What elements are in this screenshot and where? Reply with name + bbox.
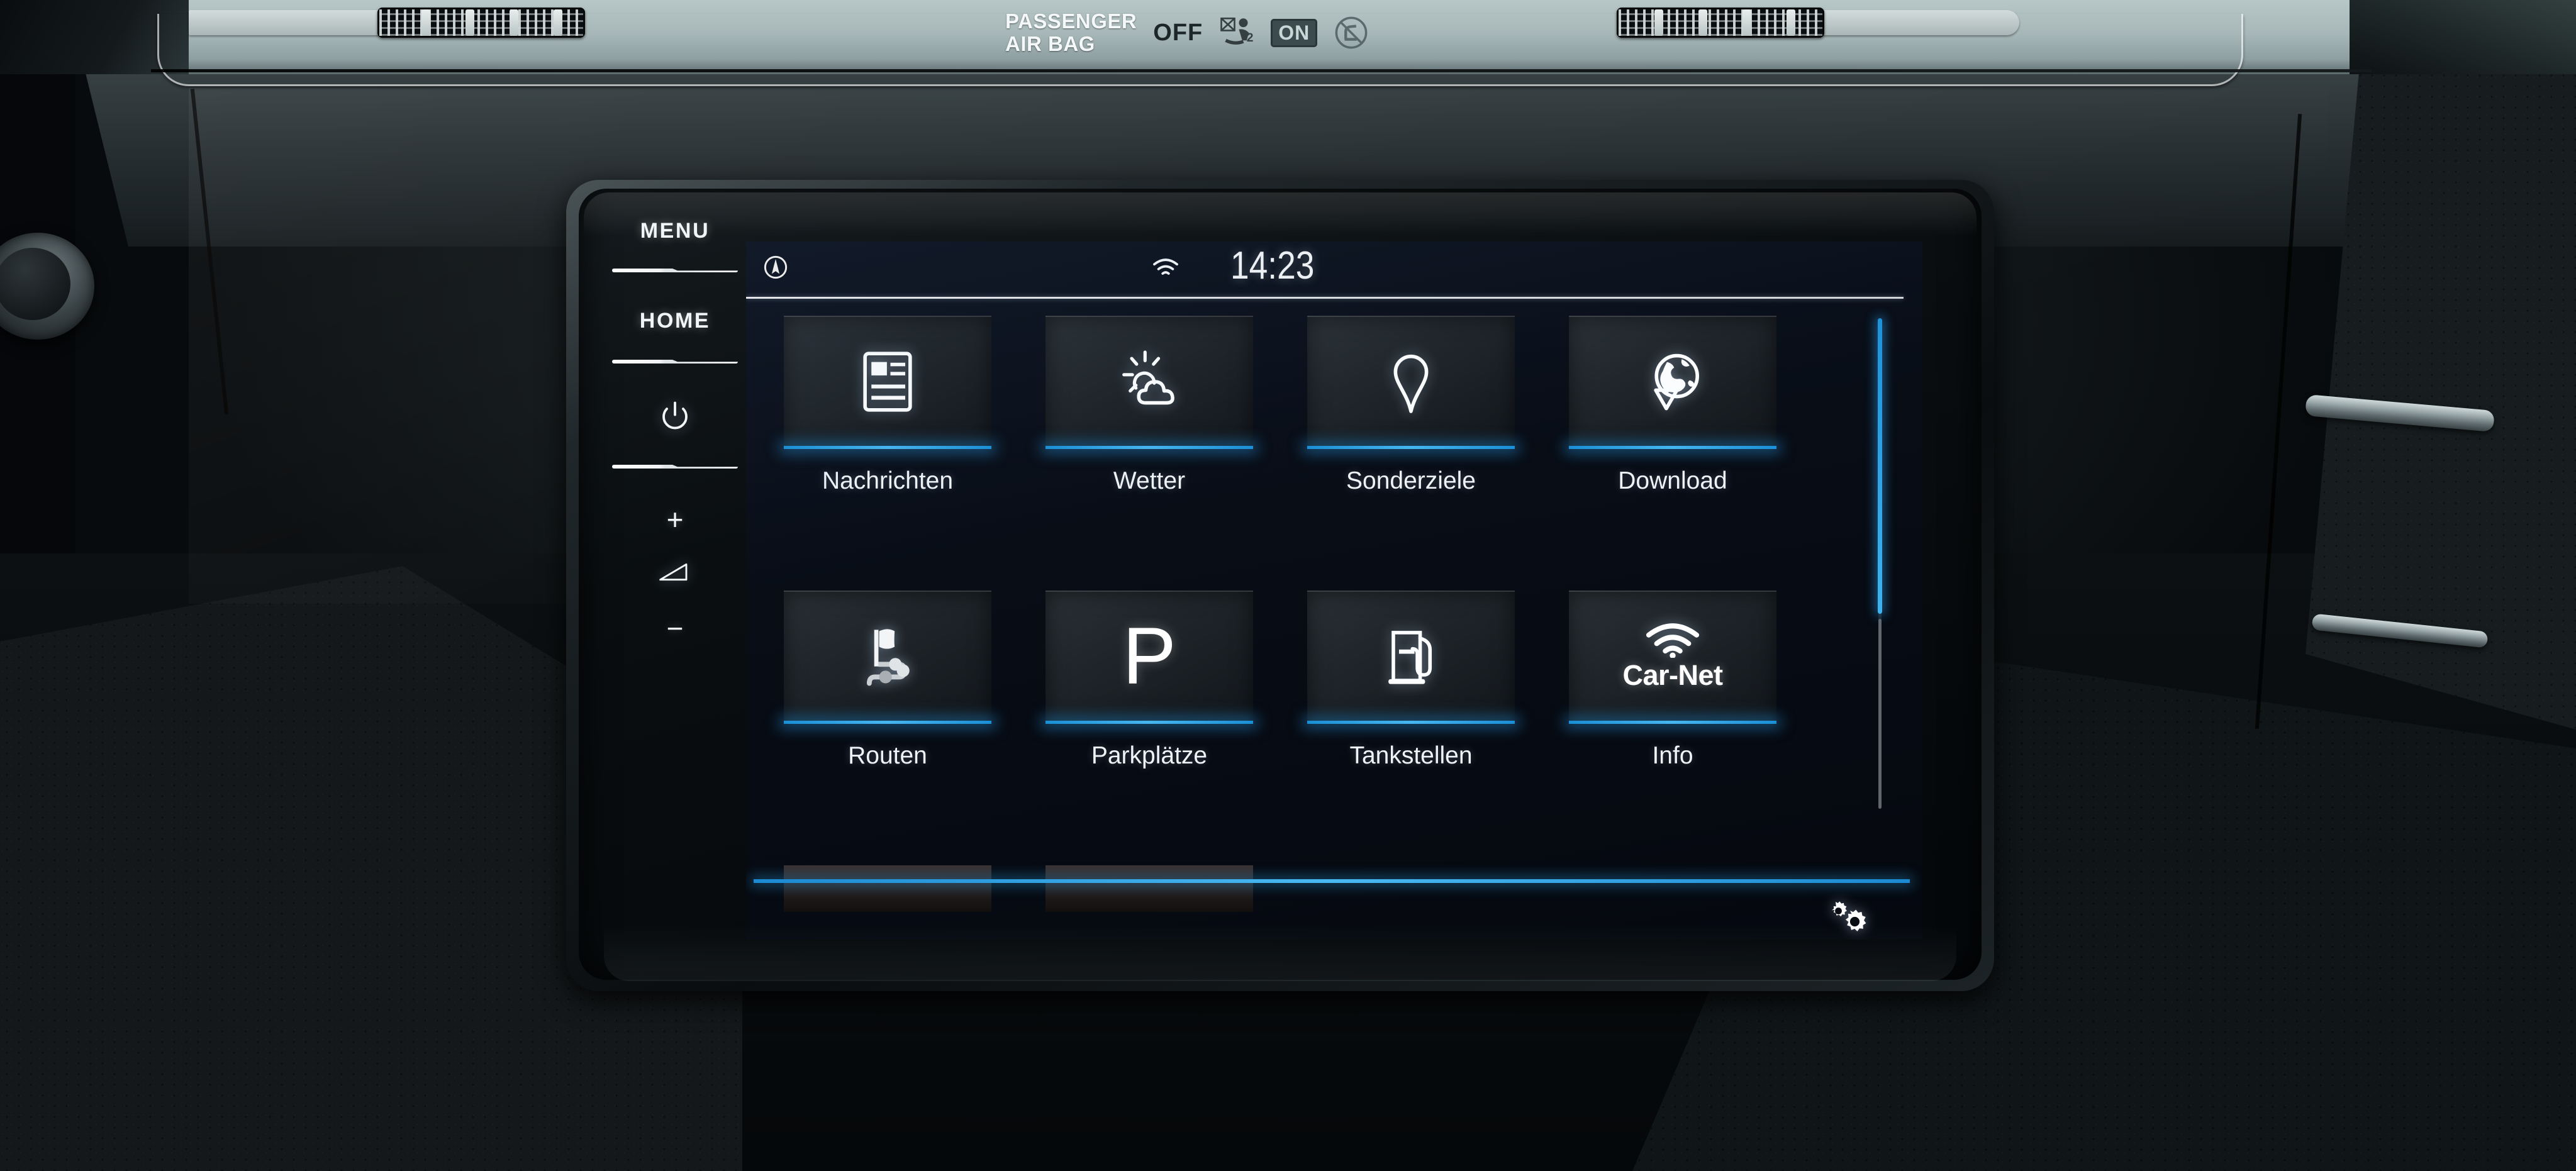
tile-selected-underline [1307,721,1515,724]
hard-key-divider-3 [612,465,738,469]
tile-selected-underline [1569,446,1776,449]
vent-blade [466,9,474,36]
car-net-badge: Car-Net [1622,621,1723,692]
compass-navigation-icon[interactable] [762,254,789,280]
volume-up-button[interactable]: + [603,505,747,534]
airbag-title-line1: PASSENGER [1005,9,1137,33]
vent-grille-mesh [379,9,583,36]
app-tile-wetter[interactable]: Wetter [1045,316,1253,494]
app-tile-row3-partial[interactable] [784,865,991,912]
airbag-on-label: ON [1271,18,1318,47]
app-tile-parkplaetze[interactable]: P Parkplätze [1045,591,1253,769]
news-article-icon [863,351,912,412]
app-tile-grid: Nachrichten Wetter Sonderziele Download … [784,316,1878,912]
vent-blade [510,9,518,36]
car-interior-scene: PASSENGER AIR BAG OFF 2 ON MENU HOME + −… [0,0,2576,1171]
clock: 14:23 [1230,244,1315,287]
airbag-title: PASSENGER AIR BAG [1005,10,1137,55]
status-bar: 14:23 [746,241,1922,299]
car-net-wordmark: Car-Net [1622,658,1723,691]
app-tile-tankstellen[interactable]: Tankstellen [1307,591,1515,769]
app-tile-row3-partial[interactable] [1045,865,1253,912]
tile-label: Download [1618,467,1727,494]
tile-surface[interactable] [1569,316,1776,446]
vent-slider-left[interactable] [189,10,390,35]
fuel-pump-icon [1388,630,1432,684]
tile-surface[interactable] [1307,591,1515,721]
airbag-title-line2: AIR BAG [1005,32,1095,55]
hard-key-home[interactable]: HOME [603,309,747,333]
tile-surface[interactable]: Car-Net [1569,591,1776,721]
app-tile-nachrichten[interactable]: Nachrichten [784,316,991,494]
parking-p-icon: P [1122,611,1176,701]
flag-route-waypoints-icon [866,628,910,685]
airbag-disabled-child-icon: 2 [1220,17,1254,45]
vent-blade [1787,9,1795,36]
app-tile-download[interactable]: Download [1569,316,1776,494]
tile-label: Tankstellen [1349,742,1473,769]
passenger-airbag-indicator: PASSENGER AIR BAG OFF 2 ON [979,0,1381,65]
status-bar-divider [746,297,1904,299]
bottom-divider [754,879,1910,883]
hard-key-divider-1 [612,269,738,272]
vent-blade [1698,9,1707,36]
dashboard-top-right-shadow [2350,0,2576,74]
airbag-off-label: OFF [1153,19,1203,46]
tile-label: Parkplätze [1091,742,1208,769]
no-child-seat-icon [1335,16,1368,49]
tile-label: Routen [848,742,927,769]
vent-slider-right[interactable] [1818,10,2019,35]
volume-wedge-icon [659,563,688,581]
dashboard-seam [151,69,2372,72]
tile-selected-underline [1569,721,1776,724]
tile-label: Info [1652,742,1693,769]
map-pin-icon [1393,354,1429,413]
air-vent-grille-icon[interactable] [377,8,585,38]
tile-selected-underline [1307,446,1515,449]
app-tile-info[interactable]: Car-Net Info [1569,591,1776,769]
tile-label: Wetter [1113,467,1186,494]
tile-surface[interactable] [1045,316,1253,446]
app-tile-sonderziele[interactable]: Sonderziele [1307,316,1515,494]
tile-surface[interactable] [784,316,991,446]
car-net-wifi-icon [1646,623,1700,658]
tile-surface[interactable]: P [1045,591,1253,721]
scrollbar-remaining [1878,619,1882,809]
tile-label: Nachrichten [822,467,954,494]
svg-text:2: 2 [1247,31,1254,45]
vent-blade [1654,9,1663,36]
tile-surface[interactable] [784,591,991,721]
scrollbar-thumb[interactable] [1878,318,1882,614]
tile-selected-underline [1045,721,1253,724]
tile-selected-underline [784,721,991,724]
hard-key-column: MENU HOME + − [603,214,747,956]
volume-down-button[interactable]: − [603,614,747,643]
vent-blade [554,9,562,36]
globe-download-icon [1654,353,1699,410]
app-tile-routen[interactable]: Routen [784,591,991,769]
tile-label: Sonderziele [1346,467,1476,494]
infotainment-screen[interactable]: 14:23 Nachrichten Wetter Sonderziele Dow… [746,241,1922,940]
sun-cloud-weather-icon [1122,350,1174,404]
settings-button[interactable] [1820,898,1867,940]
two-gears-settings-icon [1832,901,1866,931]
power-icon [662,401,688,430]
tile-selected-underline [1045,446,1253,449]
hard-key-power[interactable] [658,400,692,437]
tile-selected-underline [784,446,991,449]
air-vent-grille-icon[interactable] [1617,8,1824,38]
wifi-icon [1153,258,1178,275]
vent-blade [421,9,430,36]
hard-key-divider-2 [612,360,738,364]
hard-key-menu[interactable]: MENU [603,219,747,243]
tile-surface[interactable] [1307,316,1515,446]
volume-indicator [658,555,692,592]
vent-blade [1742,9,1751,36]
